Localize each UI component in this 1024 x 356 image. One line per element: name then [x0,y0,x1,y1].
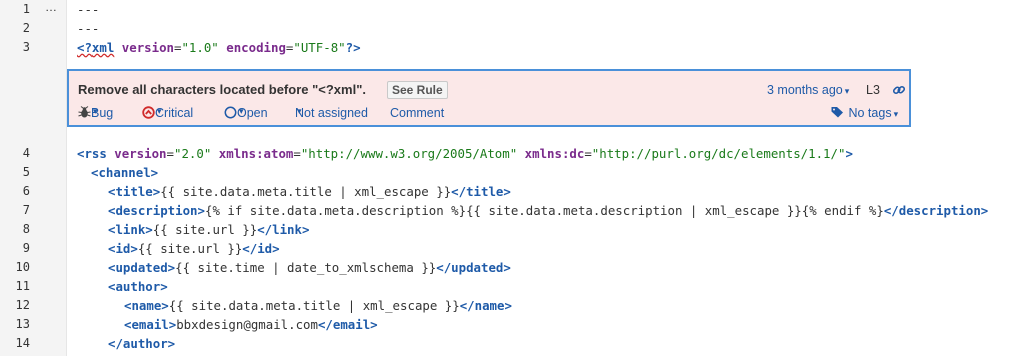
xml-attr-value: "2.0" [174,146,212,161]
line-number: 13 [15,317,30,331]
xml-eq: = [584,146,592,161]
xml-text: {{ site.url }} [152,222,258,237]
code-line-5: <channel> [91,165,158,180]
xml-close-tag: </updated> [436,260,511,275]
issue-line-location: L3 [866,83,880,97]
type-dropdown[interactable]: Bug ▾ [78,106,113,120]
tags-dropdown[interactable]: No tags ▾ [831,106,898,120]
comment-link[interactable]: Comment [390,106,444,120]
code-line-9: <id>{{ site.url }}</id> [108,241,280,256]
bug-icon [78,106,91,118]
see-rule-button[interactable]: See Rule [387,81,448,99]
xml-close-tag: </id> [242,241,280,256]
code-line-7: <description>{% if site.data.meta.descri… [108,203,988,218]
xml-text: {{ site.data.meta.title | xml_escape }} [168,298,460,313]
permalink-icon[interactable] [892,83,906,102]
xml-open-tag: <author> [108,279,168,294]
xml-attr-value: "http://www.w3.org/2005/Atom" [300,146,518,161]
xml-text: {{ site.time | date_to_xmlschema }} [175,260,437,275]
line-number: 10 [15,260,30,274]
xml-text: {% if site.data.meta.description %}{{ si… [204,203,884,218]
xml-text: {{ site.url }} [137,241,243,256]
chevron-down-icon: ▾ [297,106,302,116]
line-number: 3 [22,40,30,54]
chevron-down-icon: ▾ [893,109,899,119]
status-dropdown[interactable]: Open ▾ [224,106,268,120]
xml-decl-open: <? [77,40,92,55]
issue-age: 3 months ago [767,83,843,97]
xml-attr: encoding [218,40,286,55]
chevron-down-icon: ▾ [239,106,244,116]
xml-attr-value: "http://purl.org/dc/elements/1.1/" [591,146,846,161]
line-number: 14 [15,336,30,350]
line-number: 4 [22,146,30,160]
xml-close-bracket: > [845,146,853,161]
severity-dropdown[interactable]: Critical ▾ [142,106,193,120]
xml-close-tag: </title> [451,184,511,199]
line-number: 11 [15,279,30,293]
xml-close-tag: </link> [257,222,310,237]
line-number: 1 [22,2,30,16]
code-line-11: <author> [108,279,168,294]
xml-close-tag: </description> [883,203,989,218]
code-line-6: <title>{{ site.data.meta.title | xml_esc… [108,184,511,199]
xml-open-tag: <updated> [108,260,176,275]
xml-open-tag: <channel> [91,165,159,180]
xml-close-tag: </author> [108,336,176,351]
xml-attr: version [114,40,174,55]
line-number: 12 [15,298,30,312]
issue-message: Remove all characters located before "<?… [78,82,366,97]
line-number: 6 [22,184,30,198]
xml-open-tag: <link> [108,222,153,237]
code-line-14: </author> [108,336,175,351]
issue-box[interactable]: Remove all characters located before "<?… [67,69,911,127]
xml-open-tag: <description> [108,203,205,218]
line-number-gutter: 1 … 2 3 4 5 6 7 8 9 10 11 12 13 14 [0,0,67,356]
code-line-8: <link>{{ site.url }}</link> [108,222,309,237]
line-number: 5 [22,165,30,179]
line-number: 7 [22,203,30,217]
xml-close-tag: </email> [317,317,378,332]
assignee-label: Not assigned [295,106,368,120]
xml-decl-close: ?> [345,40,361,55]
xml-decl-name: xml [91,40,115,55]
xml-attr-value: "1.0" [181,40,219,55]
xml-text: bbxdesign@gmail.com [176,317,318,332]
code-line-2: --- [77,21,100,36]
code-line-1: --- [77,2,100,17]
code-line-10: <updated>{{ site.time | date_to_xmlschem… [108,260,511,275]
xml-close-tag: </name> [459,298,512,313]
xml-eq: = [166,146,174,161]
xml-attr: xmlns:atom [211,146,294,161]
chevron-down-icon: ▾ [93,106,98,116]
chevron-down-icon: ▾ [157,106,162,116]
xml-open-tag: <email> [124,317,177,332]
line-number: 9 [22,241,30,255]
xml-open-tag: <rss [77,146,107,161]
tags-label: No tags [848,106,892,120]
issue-age-dropdown[interactable]: 3 months ago ▾ [767,83,849,97]
code-line-13: <email>bbxdesign@gmail.com</email> [124,317,378,332]
xml-open-tag: <id> [108,241,138,256]
xml-attr: xmlns:dc [517,146,585,161]
xml-open-tag: <title> [108,184,161,199]
line-number: 2 [22,21,30,35]
xml-text: {{ site.data.meta.title | xml_escape }} [160,184,452,199]
xml-attr-value: "UTF-8" [293,40,346,55]
line-number: 8 [22,222,30,236]
xml-eq: = [293,146,301,161]
code-line-4: <rss version="2.0" xmlns:atom="http://ww… [77,146,853,161]
open-status-icon [224,106,237,119]
tag-icon [831,107,843,118]
code-line-12: <name>{{ site.data.meta.title | xml_esca… [124,298,512,313]
code-line-3: <?xml version="1.0" encoding="UTF-8"?> [77,40,361,55]
expand-lines-button[interactable]: … [45,0,58,14]
chevron-down-icon: ▾ [844,86,850,96]
xml-open-tag: <name> [124,298,169,313]
xml-attr: version [106,146,167,161]
critical-icon [142,106,155,119]
